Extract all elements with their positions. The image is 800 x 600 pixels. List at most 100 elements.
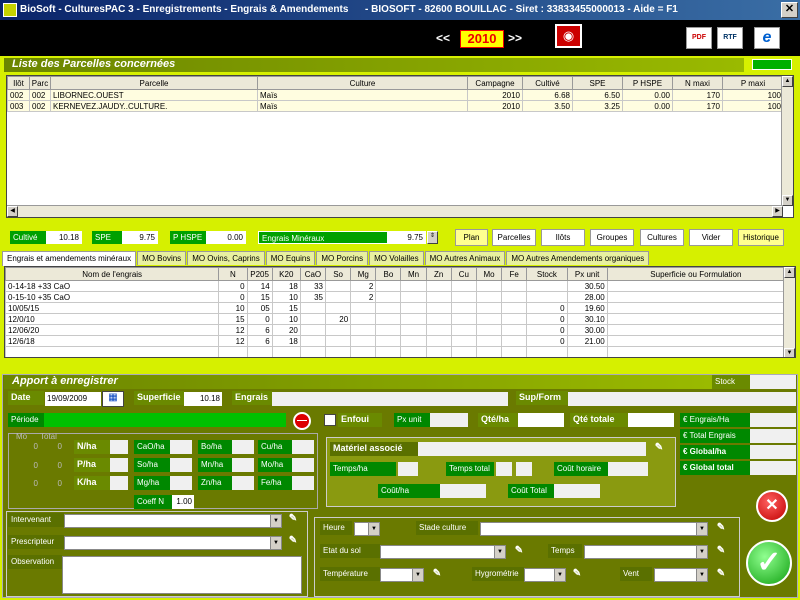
ilots-button[interactable]: Ilôts (541, 229, 585, 246)
engrais-input[interactable] (272, 392, 508, 406)
edit-pencil-icon[interactable]: ✎ (712, 568, 730, 580)
qtetotale-input[interactable] (628, 413, 674, 427)
chevron-down-icon[interactable]: ▼ (412, 569, 423, 581)
next-year-button[interactable]: >> (508, 31, 522, 45)
engrais-column-header[interactable]: Cu (450, 267, 477, 281)
rtf-export-icon[interactable]: RTF (717, 27, 743, 49)
materiel-input[interactable] (418, 442, 646, 456)
cout-horaire-input[interactable] (608, 462, 648, 476)
parcelles-column-header[interactable]: P maxi (722, 76, 784, 90)
chevron-down-icon[interactable]: ▼ (696, 546, 707, 558)
table-row[interactable] (5, 346, 786, 357)
engrais-column-header[interactable]: N (218, 267, 248, 281)
tab-5[interactable]: MO Volailles (369, 251, 424, 265)
spinner-icon[interactable]: ⇕ (427, 231, 438, 244)
tab-2[interactable]: MO Ovins, Caprins (187, 251, 265, 265)
tab-3[interactable]: MO Equins (265, 251, 316, 265)
camera-icon[interactable]: ◉ (555, 24, 582, 48)
scroll-down-icon[interactable]: ▼ (782, 195, 793, 206)
table-row[interactable]: 12/06/20 12 6 20 0 30.00 (5, 324, 786, 336)
tab-0[interactable]: Engrais et amendements minéraux (2, 251, 137, 266)
edit-pencil-icon[interactable]: ✎ (510, 545, 528, 557)
chevron-down-icon[interactable]: ▼ (696, 569, 707, 581)
engrais-column-header[interactable]: Mo (475, 267, 503, 281)
supform-input[interactable] (568, 392, 796, 406)
engrais-column-header[interactable]: CaO (299, 267, 327, 281)
chevron-down-icon[interactable]: ▼ (270, 537, 281, 549)
edit-pencil-icon[interactable]: ✎ (712, 522, 730, 534)
calendar-icon[interactable]: ▦ (102, 391, 124, 407)
edit-pencil-icon[interactable]: ✎ (712, 545, 730, 557)
table-row[interactable]: 002 002 LIBORNEC.OUEST Maïs 2010 6.68 6.50 0.00… (7, 89, 784, 101)
scroll-up-icon[interactable]: ▲ (784, 267, 795, 278)
table-row[interactable]: 0-14-18 +33 CaO 0 14 18 33 2 30.50 (5, 280, 786, 292)
cultures-button[interactable]: Cultures (640, 229, 684, 246)
engrais-column-header[interactable]: Mg (350, 267, 377, 281)
table-row[interactable]: 0-15-10 +35 CaO 0 15 10 35 2 28.00 (5, 291, 786, 303)
chevron-down-icon[interactable]: ▼ (494, 546, 505, 558)
temps-total-h[interactable] (496, 462, 512, 476)
prev-year-button[interactable]: << (436, 31, 450, 45)
parcelles-column-header[interactable]: Ilôt (7, 76, 30, 90)
date-input[interactable]: 19/09/2009 (45, 392, 101, 406)
parcelles-column-header[interactable]: SPE (572, 76, 623, 90)
plan-button[interactable]: Plan (455, 229, 488, 246)
tab-6[interactable]: MO Autres Animaux (424, 251, 506, 265)
temps-select[interactable]: ▼ (584, 545, 708, 559)
validate-button[interactable]: ✓ (746, 540, 792, 586)
edit-pencil-icon[interactable]: ✎ (284, 535, 302, 547)
engrais-column-header[interactable]: Fe (501, 267, 528, 281)
internet-explorer-icon[interactable]: e (754, 27, 780, 49)
scroll-right-icon[interactable]: ▶ (772, 206, 783, 217)
parcelles-horizontal-scrollbar[interactable]: ◀ ▶ (7, 205, 783, 217)
pxunit-input[interactable] (430, 413, 468, 427)
heure-select[interactable]: ▼ (354, 522, 380, 536)
parcelles-column-header[interactable]: Parcelle (50, 76, 258, 90)
edit-pencil-icon[interactable]: ✎ (650, 442, 668, 454)
tab-7[interactable]: MO Autres Amendements organiques (506, 251, 650, 265)
engrais-column-header[interactable]: Px unit (566, 267, 608, 281)
parcelles-button[interactable]: Parcelles (492, 229, 536, 246)
no-entry-icon[interactable]: — (293, 412, 311, 430)
table-row[interactable]: 12/6/18 12 6 18 0 21.00 (5, 335, 786, 347)
temps-ha-m[interactable] (402, 462, 418, 476)
edit-pencil-icon[interactable]: ✎ (428, 568, 446, 580)
engrais-vertical-scrollbar[interactable]: ▲ ▼ (783, 267, 795, 357)
periode-input[interactable] (44, 413, 286, 427)
vent-select[interactable]: ▼ (654, 568, 708, 582)
vider-button[interactable]: Vider (689, 229, 733, 246)
parcelles-column-header[interactable]: Campagne (467, 76, 523, 90)
qteha-input[interactable] (518, 413, 564, 427)
prescripteur-select[interactable]: ▼ (64, 536, 282, 550)
observation-textarea[interactable] (62, 556, 302, 594)
edit-pencil-icon[interactable]: ✎ (284, 513, 302, 525)
etat-sol-select[interactable]: ▼ (380, 545, 506, 559)
scroll-left-icon[interactable]: ◀ (7, 206, 18, 217)
scroll-down-icon[interactable]: ▼ (784, 348, 795, 357)
table-row[interactable]: 003 002 KERNEVEZ.JAUDY..CULTURE. Maïs 2010 3.… (7, 100, 784, 112)
tab-4[interactable]: MO Porcins (316, 251, 369, 265)
historique-button[interactable]: Historique (738, 229, 784, 246)
table-row[interactable]: 12/0/10 15 0 10 20 0 30.10 (5, 313, 786, 325)
engrais-column-header[interactable]: Superficie ou Formulation (606, 267, 786, 281)
engrais-column-header[interactable]: Bo (375, 267, 402, 281)
enfoui-checkbox[interactable] (324, 414, 336, 426)
chevron-down-icon[interactable]: ▼ (368, 523, 379, 535)
parcelles-column-header[interactable]: P HSPE (622, 76, 673, 90)
table-row[interactable]: 10/05/15 10 05 15 0 19.60 (5, 302, 786, 314)
close-window-button[interactable]: ✕ (781, 2, 798, 18)
engrais-column-header[interactable]: Stock (526, 267, 568, 281)
cancel-button[interactable]: ✕ (756, 490, 788, 522)
temperature-select[interactable]: ▼ (380, 568, 424, 582)
engrais-column-header[interactable]: Zn (425, 267, 452, 281)
parcelles-column-header[interactable]: Cultivé (522, 76, 573, 90)
groupes-button[interactable]: Groupes (590, 229, 634, 246)
chevron-down-icon[interactable]: ▼ (554, 569, 565, 581)
tab-1[interactable]: MO Bovins (137, 251, 187, 265)
pdf-export-icon[interactable]: PDF (686, 27, 712, 49)
edit-pencil-icon[interactable]: ✎ (568, 568, 586, 580)
temps-total-m[interactable] (516, 462, 532, 476)
parcelles-column-header[interactable]: Culture (257, 76, 468, 90)
hygrometrie-select[interactable]: ▼ (524, 568, 566, 582)
parcelles-grid[interactable]: Ilôt Parc Parcelle Culture Campagne Cultivé SP… (6, 75, 794, 218)
